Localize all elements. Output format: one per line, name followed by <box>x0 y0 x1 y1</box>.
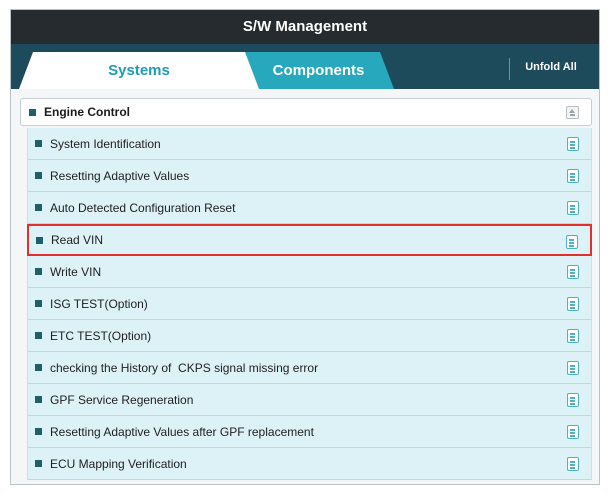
tab-bar: Components Systems Unfold All <box>11 44 599 89</box>
collapse-icon[interactable] <box>566 106 579 119</box>
document-icon[interactable] <box>567 425 579 439</box>
list-item-ckps-history[interactable]: checking the History of CKPS signal miss… <box>27 352 592 384</box>
bullet-icon <box>36 236 43 244</box>
list-item-label: Read VIN <box>51 233 104 247</box>
document-icon[interactable] <box>567 169 579 183</box>
list-item-label: Resetting Adaptive Values after GPF repl… <box>50 424 314 439</box>
document-icon[interactable] <box>566 235 578 249</box>
unfold-all-button[interactable]: Unfold All <box>511 54 591 80</box>
list-item-label: System Identification <box>50 136 161 151</box>
list-item-read-vin[interactable]: Read VIN <box>27 224 592 256</box>
bullet-icon <box>35 332 42 339</box>
bullet-icon <box>35 268 42 275</box>
bullet-icon <box>35 204 42 211</box>
list-item-label: ETC TEST(Option) <box>50 328 152 343</box>
bullet-icon <box>29 108 36 116</box>
document-icon[interactable] <box>567 329 579 343</box>
document-icon[interactable] <box>567 137 579 151</box>
document-icon[interactable] <box>567 297 579 311</box>
window-title: S/W Management <box>11 10 599 44</box>
document-icon[interactable] <box>567 361 579 375</box>
list-item-etc-test[interactable]: ETC TEST(Option) <box>27 320 592 352</box>
bullet-icon <box>35 428 42 435</box>
document-icon[interactable] <box>567 201 579 215</box>
list-item-label: GPF Service Regeneration <box>50 392 194 407</box>
list-item-label: ISG TEST(Option) <box>50 296 148 311</box>
bullet-icon <box>35 364 42 371</box>
list-item-label: checking the History of CKPS signal miss… <box>50 360 319 375</box>
list-item-ecu-mapping-verification[interactable]: ECU Mapping Verification <box>27 448 592 480</box>
list-item-isg-test[interactable]: ISG TEST(Option) <box>27 288 592 320</box>
bullet-icon <box>35 460 42 467</box>
list-item-auto-detected-configuration-reset[interactable]: Auto Detected Configuration Reset <box>27 192 592 224</box>
list-item-system-identification[interactable]: System Identification <box>27 128 592 160</box>
document-icon[interactable] <box>567 265 579 279</box>
list-item-label: Resetting Adaptive Values <box>50 168 190 183</box>
list-item-write-vin[interactable]: Write VIN <box>27 256 592 288</box>
document-icon[interactable] <box>567 457 579 471</box>
list-item-resetting-adaptive-values[interactable]: Resetting Adaptive Values <box>27 160 592 192</box>
document-icon[interactable] <box>567 393 579 407</box>
tab-systems[interactable]: Systems <box>19 52 259 89</box>
section-title: Engine Control <box>44 105 130 119</box>
bullet-icon <box>35 300 42 307</box>
function-list-panel: Engine Control System Identification Res… <box>20 98 592 480</box>
list-item-label: Write VIN <box>50 264 102 279</box>
list-item-label: ECU Mapping Verification <box>50 456 187 471</box>
bullet-icon <box>35 140 42 147</box>
section-header-engine-control[interactable]: Engine Control <box>20 98 592 126</box>
list-item-resetting-after-gpf-replacement[interactable]: Resetting Adaptive Values after GPF repl… <box>27 416 592 448</box>
bullet-icon <box>35 172 42 179</box>
bullet-icon <box>35 396 42 403</box>
function-list: System Identification Resetting Adaptive… <box>27 128 592 480</box>
list-item-label: Auto Detected Configuration Reset <box>50 200 236 215</box>
sw-management-window: S/W Management Components Systems Unfold… <box>10 9 600 485</box>
list-item-gpf-service-regeneration[interactable]: GPF Service Regeneration <box>27 384 592 416</box>
toolbar-divider <box>509 58 510 80</box>
